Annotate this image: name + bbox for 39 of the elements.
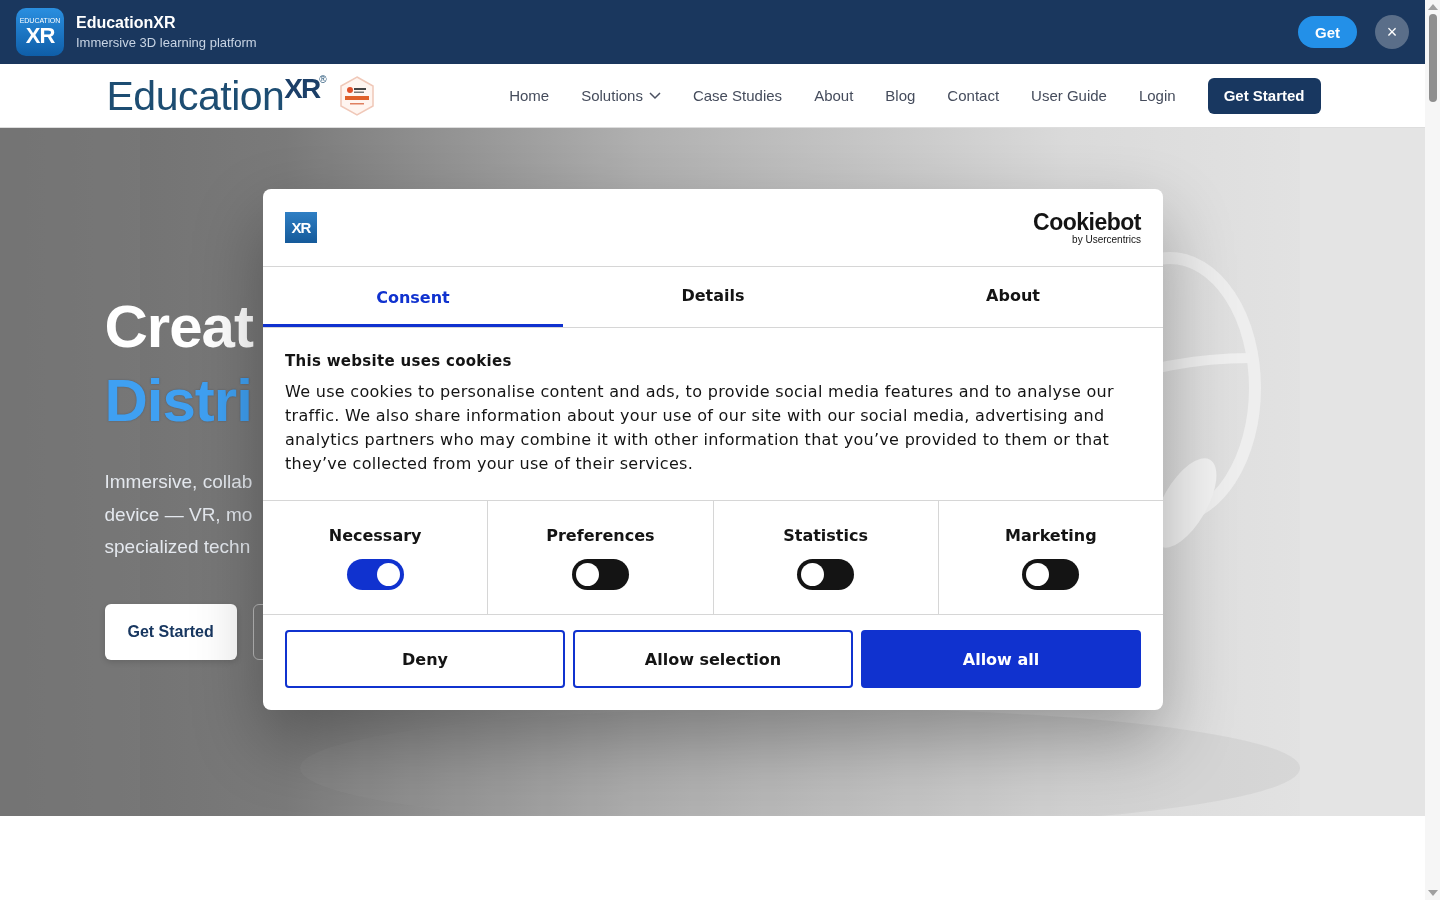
get-started-button[interactable]: Get Started xyxy=(1207,77,1321,114)
nav-link[interactable]: Solutions xyxy=(581,87,661,104)
cookiebot-byline: by Usercentrics xyxy=(1072,234,1141,245)
category-label: Necessary xyxy=(328,525,422,545)
site-logo-icon: XR xyxy=(285,212,317,243)
nav-link[interactable]: Login xyxy=(1138,87,1176,104)
hero-text-line: Immersive, collab xyxy=(104,470,253,494)
app-subtitle: Immersive 3D learning platform xyxy=(76,35,257,50)
dialog-tab[interactable]: Consent xyxy=(263,267,563,327)
dialog-button[interactable]: Deny xyxy=(285,630,565,688)
dialog-heading: This website uses cookies xyxy=(285,352,512,370)
nav-link[interactable]: User Guide xyxy=(1031,87,1107,104)
cookiebot-logo: Cookiebot xyxy=(1033,210,1141,234)
category-label: Preferences xyxy=(546,525,655,545)
chevron-down-icon xyxy=(648,91,661,100)
dialog-text: We use cookies to personalise content and ads, to provide social media features and to analyse our traffic. We also share information about your use of our site with our social media, advertising and analytics partners who may combine it with other information that you’ve provided to them or that they’ve collected from your use of their services. xyxy=(285,381,1115,475)
toggle-switch[interactable] xyxy=(571,558,629,590)
toggle-switch[interactable] xyxy=(1022,558,1080,590)
toggle-switch[interactable] xyxy=(797,558,855,590)
scrollbar-thumb[interactable] xyxy=(1428,14,1437,102)
nav-link[interactable]: Home xyxy=(509,87,550,104)
nav-link[interactable]: Contact xyxy=(947,87,1000,104)
close-button[interactable]: × xyxy=(1375,15,1409,49)
nav-link[interactable]: Case Studies xyxy=(692,87,783,104)
certification-badge-icon xyxy=(338,75,375,116)
allow-all-button[interactable]: Allow all xyxy=(861,630,1141,688)
nav-link[interactable]: Blog xyxy=(885,87,916,104)
scrollbar[interactable] xyxy=(1425,0,1440,900)
nav-link[interactable]: About xyxy=(814,87,854,104)
hero-heading: Creat xyxy=(104,292,253,362)
hero-text-line: specialized techn xyxy=(104,535,251,559)
toggle-switch[interactable] xyxy=(346,558,404,590)
category-label: Statistics xyxy=(783,525,868,545)
category-label: Marketing xyxy=(1005,525,1097,545)
app-title: EducationXR xyxy=(76,14,177,32)
hero-text-line: device — VR, mo xyxy=(104,502,253,527)
get-started-button[interactable]: Get Started xyxy=(104,603,237,660)
dialog-button[interactable]: Allow selection xyxy=(573,630,853,688)
hero-heading-accent: Distri xyxy=(104,366,252,436)
